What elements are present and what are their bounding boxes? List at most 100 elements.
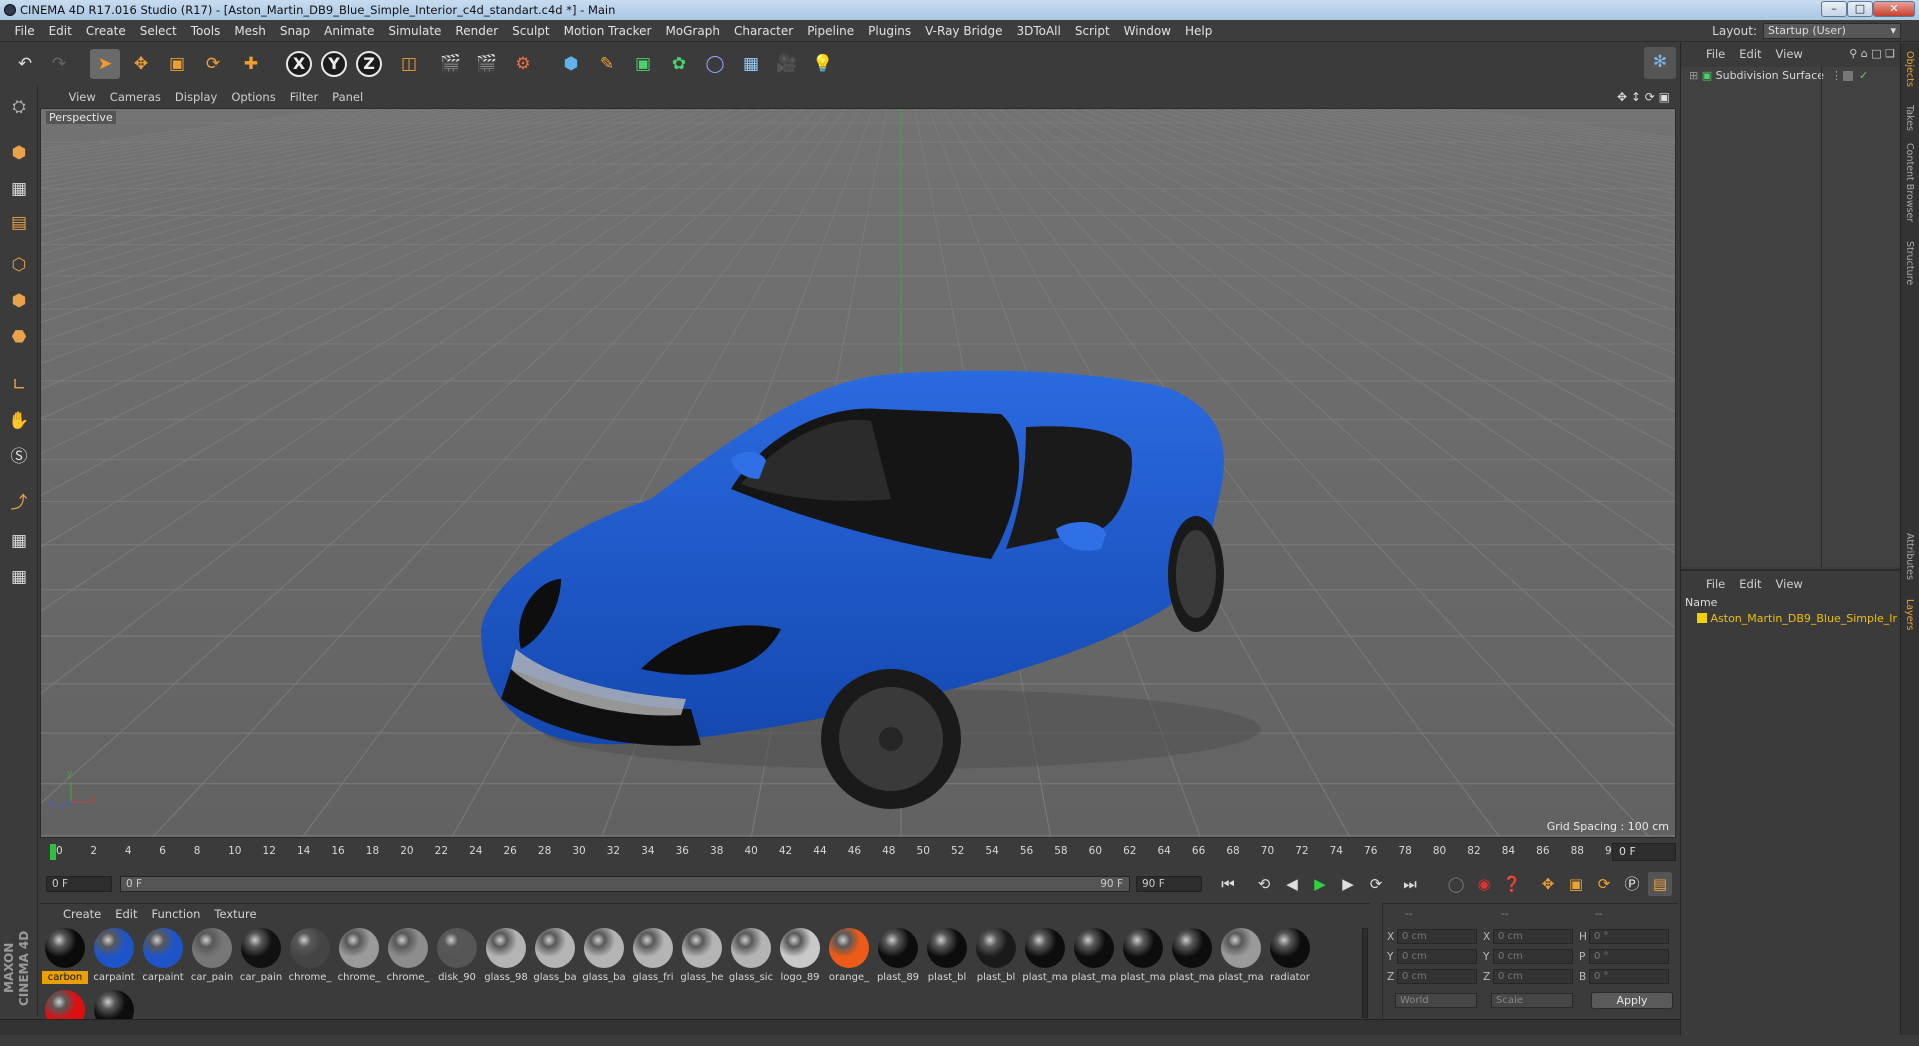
material-swatch[interactable]: carpaint [91, 926, 137, 984]
texture-mode-icon[interactable]: ▦ [4, 174, 34, 204]
material-swatch[interactable]: glass_fri [630, 926, 676, 984]
material-swatch[interactable]: plast_bl [924, 926, 970, 984]
menu-file[interactable]: File [8, 20, 42, 42]
pos-y-field[interactable]: 0 cm [1397, 949, 1477, 964]
material-menu-create[interactable]: Create [56, 904, 108, 924]
viewport-menu-options[interactable]: Options [224, 86, 282, 108]
material-swatch[interactable]: car_pain [189, 926, 235, 984]
make-editable-icon[interactable]: ⛭ [4, 92, 34, 122]
menu-plugins[interactable]: Plugins [861, 20, 918, 42]
rotate-tool-icon[interactable]: ⟳ [198, 49, 228, 79]
menu-motion-tracker[interactable]: Motion Tracker [557, 20, 659, 42]
material-swatch[interactable]: car_pain [238, 926, 284, 984]
menu-snap[interactable]: Snap [273, 20, 317, 42]
size-y-field[interactable]: 0 cm [1493, 949, 1573, 964]
menu-create[interactable]: Create [79, 20, 133, 42]
menu-vray-bridge[interactable]: V-Ray Bridge [918, 20, 1009, 42]
layout-select[interactable]: Startup (User) [1763, 23, 1901, 39]
y-axis-lock-button[interactable]: Y [321, 51, 347, 77]
perspective-viewport[interactable]: y z x Perspective Grid Spacing : 100 cm [40, 108, 1676, 838]
menu-pipeline[interactable]: Pipeline [800, 20, 861, 42]
next-frame-icon[interactable]: ▶ [1336, 872, 1360, 896]
key-scale-icon[interactable]: ▣ [1564, 872, 1588, 896]
menu-animate[interactable]: Animate [317, 20, 381, 42]
material-swatch[interactable]: plast_ma [1022, 926, 1068, 984]
key-rotation-icon[interactable]: ⟳ [1592, 872, 1616, 896]
subdivision-surface-icon[interactable]: ▣ [628, 49, 658, 79]
previous-key-icon[interactable]: ⟲ [1252, 872, 1276, 896]
object-visibility-icon[interactable]: ⋮ [1831, 67, 1842, 85]
close-button[interactable]: ✕ [1873, 1, 1915, 17]
menu-3dtoall[interactable]: 3DToAll [1009, 20, 1067, 42]
material-swatch[interactable] [42, 988, 88, 1046]
material-swatch[interactable]: glass_sic [728, 926, 774, 984]
viewport-nav-icons[interactable]: ✥ ↕ ⟳ ▣ [1617, 86, 1676, 108]
points-mode-icon[interactable]: ⬡ [4, 250, 34, 280]
side-tab-structure[interactable]: Structure [1904, 241, 1915, 285]
material-swatch[interactable]: glass_ba [581, 926, 627, 984]
rot-p-field[interactable]: 0 ° [1589, 949, 1669, 964]
material-swatch[interactable]: carbon [42, 926, 88, 984]
pos-x-field[interactable]: 0 cm [1397, 929, 1477, 944]
python-icon[interactable]: ✻ [1644, 47, 1676, 79]
redo-icon[interactable]: ↷ [44, 49, 74, 79]
render-view-icon[interactable]: 🎬 [436, 49, 466, 79]
next-key-icon[interactable]: ⟳ [1364, 872, 1388, 896]
menu-character[interactable]: Character [727, 20, 800, 42]
z-axis-lock-button[interactable]: Z [356, 51, 382, 77]
material-swatch[interactable]: plast_ma [1218, 926, 1264, 984]
material-swatch[interactable]: glass_he [679, 926, 725, 984]
material-swatch[interactable]: plast_89 [875, 926, 921, 984]
edges-mode-icon[interactable]: ⬢ [4, 286, 34, 316]
snap-icon[interactable]: Ⓢ [4, 442, 34, 472]
size-x-field[interactable]: 0 cm [1493, 929, 1573, 944]
material-swatch[interactable]: chrome_ [287, 926, 333, 984]
menu-sculpt[interactable]: Sculpt [505, 20, 556, 42]
object-tag-icon[interactable] [1843, 71, 1853, 81]
timeline-window-icon[interactable]: ▤ [1648, 872, 1672, 896]
material-swatch[interactable]: chrome_ [385, 926, 431, 984]
layer-menu-view[interactable]: View [1769, 573, 1810, 595]
coordinate-space-select[interactable]: World [1395, 993, 1477, 1008]
material-swatch[interactable]: plast_bl [973, 926, 1019, 984]
material-menu-texture[interactable]: Texture [207, 904, 263, 924]
array-object-icon[interactable]: ✿ [664, 49, 694, 79]
object-manager-tools-icon[interactable]: ⚲ ⌂ □ ❏ [1849, 43, 1895, 65]
menu-render[interactable]: Render [448, 20, 505, 42]
viewport-menu-display[interactable]: Display [168, 86, 224, 108]
magnet-icon[interactable]: ⤴ [4, 488, 34, 518]
preview-range-slider[interactable]: 0 F 90 F [120, 876, 1130, 892]
menu-edit[interactable]: Edit [42, 20, 79, 42]
menu-mesh[interactable]: Mesh [227, 20, 273, 42]
material-swatch[interactable] [91, 988, 137, 1046]
go-to-end-icon[interactable]: ⏭ [1398, 872, 1422, 896]
live-selection-icon[interactable]: ➤ [90, 49, 120, 79]
axis-mode-icon[interactable]: ∟ [4, 370, 34, 400]
side-tab-attributes[interactable]: Attributes [1904, 533, 1915, 580]
x-axis-lock-button[interactable]: X [286, 51, 312, 77]
menu-mograph[interactable]: MoGraph [658, 20, 727, 42]
render-picture-viewer-icon[interactable]: 🎬 [472, 49, 502, 79]
model-mode-icon[interactable]: ⬢ [4, 138, 34, 168]
viewport-menu-filter[interactable]: Filter [283, 86, 325, 108]
camera-icon[interactable]: 🎥 [772, 49, 802, 79]
workplane-mode-icon[interactable]: ▤ [4, 208, 34, 238]
spline-pen-icon[interactable]: ✎ [592, 49, 622, 79]
material-swatch[interactable]: disk_90 [434, 926, 480, 984]
material-swatch[interactable]: glass_98 [483, 926, 529, 984]
material-swatch[interactable]: plast_ma [1120, 926, 1166, 984]
rot-h-field[interactable]: 0 ° [1589, 929, 1669, 944]
cube-primitive-icon[interactable]: ⬢ [556, 49, 586, 79]
rot-b-field[interactable]: 0 ° [1589, 969, 1669, 984]
side-tab-layers[interactable]: Layers [1904, 599, 1915, 630]
planar-workplane-icon[interactable]: ▦ [4, 562, 34, 592]
viewport-menu-panel[interactable]: Panel [325, 86, 370, 108]
play-icon[interactable]: ▶ [1308, 872, 1332, 896]
current-frame-field[interactable]: 0 F [1612, 843, 1676, 861]
key-parameter-icon[interactable]: Ⓟ [1620, 872, 1644, 896]
move-tool-icon[interactable]: ✥ [126, 49, 156, 79]
record-keys-icon[interactable]: ◯ [1444, 872, 1468, 896]
scale-tool-icon[interactable]: ▣ [162, 49, 192, 79]
material-scrollbar[interactable] [1362, 928, 1368, 1018]
pos-z-field[interactable]: 0 cm [1397, 969, 1477, 984]
